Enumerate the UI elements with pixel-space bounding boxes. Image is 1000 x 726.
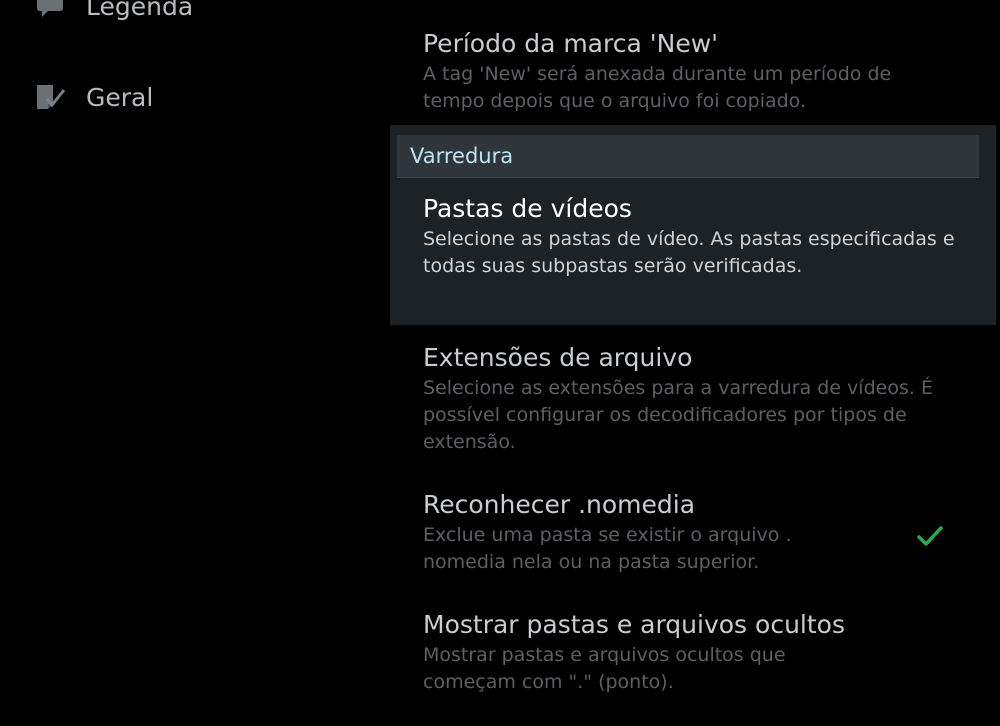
setting-description: Exclue uma pasta se existir o arquivo . … <box>423 524 792 573</box>
setting-file-extensions[interactable]: Extensões de arquivo Selecione as extens… <box>423 343 943 456</box>
section-header-label: Varredura <box>410 144 514 168</box>
focused-setting-panel: Varredura Pastas de vídeos Selecione as … <box>390 125 996 325</box>
recognize-nomedia-checkbox[interactable] <box>913 519 947 553</box>
setting-new-mark-period[interactable]: Período da marca 'New' A tag 'New' será … <box>423 29 943 115</box>
setting-description: Mostrar pastas e arquivos ocultos que co… <box>423 644 786 693</box>
setting-title: Mostrar pastas e arquivos ocultos <box>423 610 845 639</box>
show-hidden-checkbox[interactable] <box>913 641 947 675</box>
setting-description: Selecione as extensões para a varredura … <box>423 377 933 453</box>
setting-title: Período da marca 'New' <box>423 29 719 58</box>
setting-show-hidden[interactable]: Mostrar pastas e arquivos ocultos Mostra… <box>423 610 883 696</box>
setting-title: Reconhecer .nomedia <box>423 490 696 519</box>
setting-recognize-nomedia[interactable]: Reconhecer .nomedia Exclue uma pasta se … <box>423 490 863 576</box>
setting-title: Extensões de arquivo <box>423 343 693 372</box>
setting-video-folders[interactable]: Pastas de vídeos Selecione as pastas de … <box>423 194 963 280</box>
setting-description: Selecione as pastas de vídeo. As pastas … <box>423 228 955 277</box>
setting-description: A tag 'New' será anexada durante um perí… <box>423 63 892 112</box>
section-header-varredura: Varredura <box>397 135 979 178</box>
settings-list: Período da marca 'New' A tag 'New' será … <box>0 0 1000 726</box>
setting-title: Pastas de vídeos <box>423 194 632 223</box>
checkmark-icon <box>917 526 943 546</box>
